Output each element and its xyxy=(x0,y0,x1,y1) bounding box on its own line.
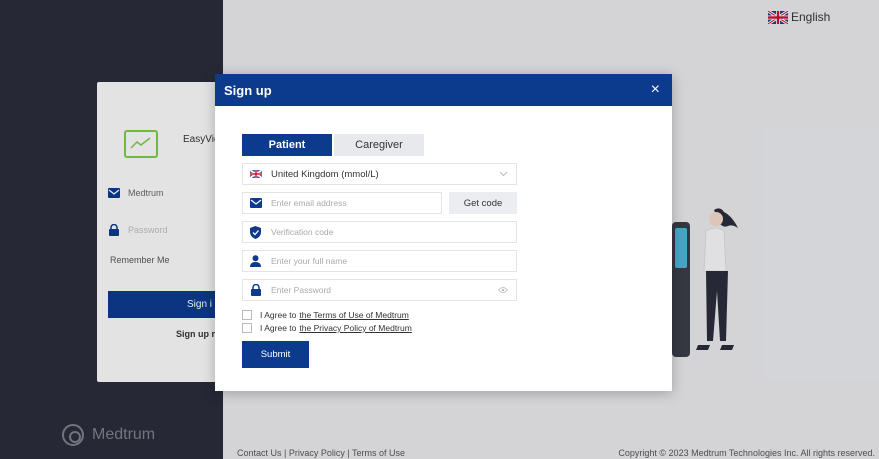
modal-title: Sign up xyxy=(224,82,272,98)
terms-checkbox[interactable] xyxy=(242,310,252,320)
terms-prefix: I Agree to xyxy=(260,310,297,320)
region-select[interactable]: United Kingdom (mmol/L) xyxy=(242,163,517,185)
full-name-field[interactable]: Enter your full name xyxy=(242,250,517,272)
user-type-tabs: Patient Caregiver xyxy=(242,134,424,156)
fullname-placeholder: Enter your full name xyxy=(271,256,348,266)
privacy-checkbox[interactable] xyxy=(242,323,252,333)
uk-flag-icon xyxy=(249,168,262,181)
verification-code-field[interactable]: Verification code xyxy=(242,221,517,243)
email-field[interactable]: Enter email address xyxy=(242,192,442,214)
submit-button[interactable]: Submit xyxy=(242,341,309,368)
modal-header: Sign up × xyxy=(215,74,672,106)
lock-icon xyxy=(249,284,262,297)
chevron-down-icon xyxy=(499,171,508,177)
sign-up-modal: Sign up × Patient Caregiver United Kingd… xyxy=(215,74,672,391)
terms-agreement: I Agree to the Terms of Use of Medtrum xyxy=(242,310,409,320)
eye-icon[interactable] xyxy=(498,286,508,294)
mail-icon xyxy=(249,197,262,210)
privacy-prefix: I Agree to xyxy=(260,323,297,333)
region-value: United Kingdom (mmol/L) xyxy=(271,168,379,180)
privacy-link[interactable]: the Privacy Policy of Medtrum xyxy=(299,323,411,333)
tab-patient[interactable]: Patient xyxy=(242,134,332,156)
password-placeholder: Enter Password xyxy=(271,285,331,295)
close-icon[interactable]: × xyxy=(651,82,660,98)
password-field[interactable]: Enter Password xyxy=(242,279,517,301)
get-code-button[interactable]: Get code xyxy=(449,192,517,214)
verification-placeholder: Verification code xyxy=(271,227,334,237)
email-placeholder: Enter email address xyxy=(271,198,347,208)
privacy-agreement: I Agree to the Privacy Policy of Medtrum xyxy=(242,323,412,333)
terms-link[interactable]: the Terms of Use of Medtrum xyxy=(299,310,408,320)
shield-check-icon xyxy=(249,225,262,239)
tab-caregiver[interactable]: Caregiver xyxy=(334,134,424,156)
user-icon xyxy=(249,255,262,268)
